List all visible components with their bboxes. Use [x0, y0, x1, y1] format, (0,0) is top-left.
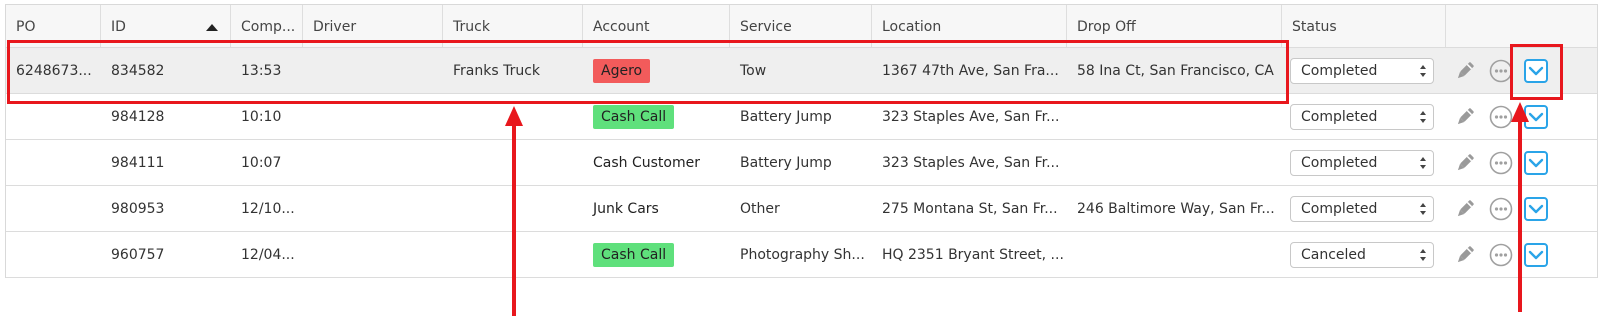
po-cell: [6, 186, 101, 231]
status-select[interactable]: Completed: [1290, 150, 1434, 176]
service-cell: Photography Sh...: [740, 246, 865, 263]
dropoff-cell: [1067, 140, 1282, 185]
column-header-actions: [1446, 5, 1597, 47]
account-cell: Junk Cars: [583, 186, 730, 231]
pencil-icon[interactable]: [1454, 244, 1476, 266]
status-select[interactable]: Completed: [1290, 104, 1434, 130]
sort-ascending-icon: [206, 24, 218, 31]
location-cell: 323 Staples Ave, San Fr...: [882, 154, 1060, 171]
driver-cell: [303, 140, 443, 185]
completed-cell: 12/04...: [241, 246, 295, 263]
status-cell: Completed: [1282, 94, 1446, 139]
select-arrows-icon: [1420, 65, 1426, 77]
id-cell: 960757: [111, 246, 165, 263]
status-select[interactable]: Completed: [1290, 58, 1434, 84]
completed-cell: 10:07: [241, 154, 282, 171]
select-arrows-icon: [1420, 203, 1426, 215]
status-select-value: Completed: [1301, 155, 1378, 171]
status-select[interactable]: Completed: [1290, 196, 1434, 222]
table-row[interactable]: 984111 10:07 Cash Customer Battery Jump …: [6, 140, 1597, 186]
service-cell: Battery Jump: [740, 154, 832, 171]
service-cell: Other: [740, 200, 780, 217]
location-cell: HQ 2351 Bryant Street, ...: [882, 246, 1064, 263]
pencil-icon[interactable]: [1454, 152, 1476, 174]
status-select-value: Completed: [1301, 63, 1378, 79]
account-badge: Cash Call: [593, 242, 675, 267]
po-cell: [6, 232, 101, 277]
status-cell: Completed: [1282, 48, 1446, 93]
completed-cell: 12/10...: [241, 200, 295, 217]
status-select-value: Canceled: [1301, 247, 1366, 263]
column-header-id-label: ID: [111, 19, 126, 35]
selected-row-highlight: [7, 40, 1289, 104]
dropoff-cell: [1067, 232, 1282, 277]
column-header-status[interactable]: Status: [1282, 5, 1446, 47]
table-row[interactable]: 960757 12/04... Cash Call Photography Sh…: [6, 232, 1597, 278]
driver-cell: [303, 232, 443, 277]
status-select-value: Completed: [1301, 201, 1378, 217]
table-row[interactable]: 980953 12/10... Junk Cars Other 275 Mont…: [6, 186, 1597, 232]
annotation-arrow-row: [505, 106, 523, 316]
expand-button-highlight: [1510, 44, 1563, 100]
status-cell: Completed: [1282, 186, 1446, 231]
select-arrows-icon: [1420, 157, 1426, 169]
account-cell: Cash Call: [583, 232, 730, 277]
status-select-value: Completed: [1301, 109, 1378, 125]
select-arrows-icon: [1420, 111, 1426, 123]
account-badge: Junk Cars: [593, 200, 659, 217]
id-cell: 984111: [111, 154, 165, 171]
pencil-icon[interactable]: [1454, 198, 1476, 220]
annotation-arrow-expand: [1511, 102, 1529, 312]
status-cell: Completed: [1282, 140, 1446, 185]
driver-cell: [303, 186, 443, 231]
account-cell: Cash Customer: [583, 140, 730, 185]
select-arrows-icon: [1420, 249, 1426, 261]
status-cell: Canceled: [1282, 232, 1446, 277]
account-badge: Cash Call: [593, 104, 675, 129]
account-badge: Cash Customer: [593, 154, 700, 171]
id-cell: 980953: [111, 200, 165, 217]
pencil-icon[interactable]: [1454, 60, 1476, 82]
status-select[interactable]: Canceled: [1290, 242, 1434, 268]
location-cell: 275 Montana St, San Fr...: [882, 200, 1058, 217]
pencil-icon[interactable]: [1454, 106, 1476, 128]
po-cell: [6, 140, 101, 185]
dropoff-cell: 246 Baltimore Way, San Fr...: [1077, 200, 1275, 217]
